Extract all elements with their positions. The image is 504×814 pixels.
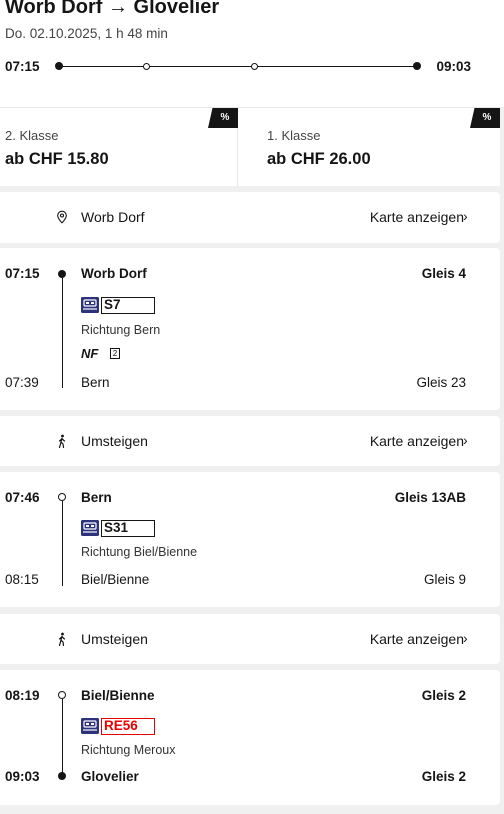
leg-arrival-time: 07:39 xyxy=(5,375,39,390)
walking-icon xyxy=(58,434,66,448)
price-second-class[interactable]: % 2. Klasse ab CHF 15.80 xyxy=(0,108,238,187)
leg-direction: Richtung Meroux xyxy=(81,743,176,757)
line-badge: RE56 xyxy=(101,718,155,735)
timeline-transfer-marker xyxy=(251,62,258,70)
transfer-label: Umsteigen xyxy=(81,631,148,647)
leg-departure-platform: Gleis 13AB xyxy=(394,490,466,505)
journey-leg[interactable]: 07:15 Worb Dorf Gleis 4 S7 Richtung Bern… xyxy=(0,248,500,410)
show-map-link[interactable]: Karte anzeigen xyxy=(370,631,464,647)
class-label: 1. Klasse xyxy=(267,128,321,143)
leg-departure-time: 08:19 xyxy=(5,688,40,703)
line-badge: S31 xyxy=(101,520,155,537)
price-first-class[interactable]: % 1. Klasse ab CHF 26.00 xyxy=(238,108,500,187)
leg-arrival-stop: Bern xyxy=(81,375,110,390)
stop-ring xyxy=(58,691,66,699)
location-pin-icon xyxy=(57,210,67,224)
leg-direction: Richtung Bern xyxy=(81,323,161,337)
journey-leg[interactable]: 07:46 Bern Gleis 13AB S31 Richtung Biel/… xyxy=(0,472,500,607)
route-line xyxy=(61,274,64,388)
transfer-row[interactable]: Umsteigen Karte anzeigen › xyxy=(0,614,500,664)
arrival-time: 09:03 xyxy=(436,59,471,74)
leg-departure-platform: Gleis 2 xyxy=(421,688,466,703)
show-map-link[interactable]: Karte anzeigen xyxy=(370,209,464,225)
chevron-right-icon: › xyxy=(463,208,468,224)
train-icon xyxy=(81,718,99,734)
leg-direction: Richtung Biel/Bienne xyxy=(81,545,198,559)
origin-label: Worb Dorf xyxy=(81,209,145,225)
low-floor-attribute: NF xyxy=(81,346,99,361)
timeline-end-dot xyxy=(413,62,421,70)
train-icon xyxy=(81,520,99,536)
discount-badge: % xyxy=(208,108,238,128)
train-icon xyxy=(81,297,99,313)
stop-ring xyxy=(58,493,66,501)
leg-departure-platform: Gleis 4 xyxy=(421,266,466,281)
origin-map-row[interactable]: Worb Dorf Karte anzeigen › xyxy=(0,192,500,243)
connection-detail-page: Worb Dorf → Glovelier Do. 02.10.2025, 1 … xyxy=(0,0,504,814)
journey-leg[interactable]: 08:19 Biel/Bienne Gleis 2 RE56 Richtung … xyxy=(0,670,500,805)
stop-dot xyxy=(58,772,66,780)
leg-arrival-stop: Glovelier xyxy=(81,769,139,784)
price-section: % 2. Klasse ab CHF 15.80 % 1. Klasse ab … xyxy=(0,107,500,187)
leg-departure-stop: Bern xyxy=(81,490,112,505)
discount-badge: % xyxy=(470,108,500,128)
transfer-label: Umsteigen xyxy=(81,433,148,449)
class-label: 2. Klasse xyxy=(5,128,59,143)
connection-header: Worb Dorf → Glovelier Do. 02.10.2025, 1 … xyxy=(0,0,504,107)
timeline-start-dot xyxy=(55,62,63,70)
leg-arrival-platform: Gleis 2 xyxy=(421,769,466,784)
price-value: ab CHF 15.80 xyxy=(5,150,109,168)
leg-arrival-platform: Gleis 9 xyxy=(423,572,466,587)
leg-departure-stop: Biel/Bienne xyxy=(81,688,155,703)
departure-time: 07:15 xyxy=(5,59,40,74)
leg-arrival-time: 08:15 xyxy=(5,572,39,587)
walking-icon xyxy=(58,632,66,646)
class-attribute-icon: 2 xyxy=(110,348,120,359)
route-title: Worb Dorf → Glovelier xyxy=(5,0,220,18)
leg-arrival-platform: Gleis 23 xyxy=(416,375,466,390)
route-line xyxy=(61,501,64,586)
leg-departure-stop: Worb Dorf xyxy=(81,266,147,281)
route-date-duration: Do. 02.10.2025, 1 h 48 min xyxy=(5,26,168,41)
leg-departure-time: 07:15 xyxy=(5,266,40,281)
route-line xyxy=(61,699,64,776)
leg-departure-time: 07:46 xyxy=(5,490,40,505)
timeline-transfer-marker xyxy=(143,62,150,70)
leg-arrival-stop: Biel/Bienne xyxy=(81,572,150,587)
show-map-link[interactable]: Karte anzeigen xyxy=(370,433,464,449)
transfer-row[interactable]: Umsteigen Karte anzeigen › xyxy=(0,416,500,466)
timeline-line xyxy=(59,65,417,67)
line-badge: S7 xyxy=(101,297,155,314)
chevron-right-icon: › xyxy=(463,630,468,646)
chevron-right-icon: › xyxy=(463,432,468,448)
leg-arrival-time: 09:03 xyxy=(5,769,40,784)
price-value: ab CHF 26.00 xyxy=(267,150,371,168)
